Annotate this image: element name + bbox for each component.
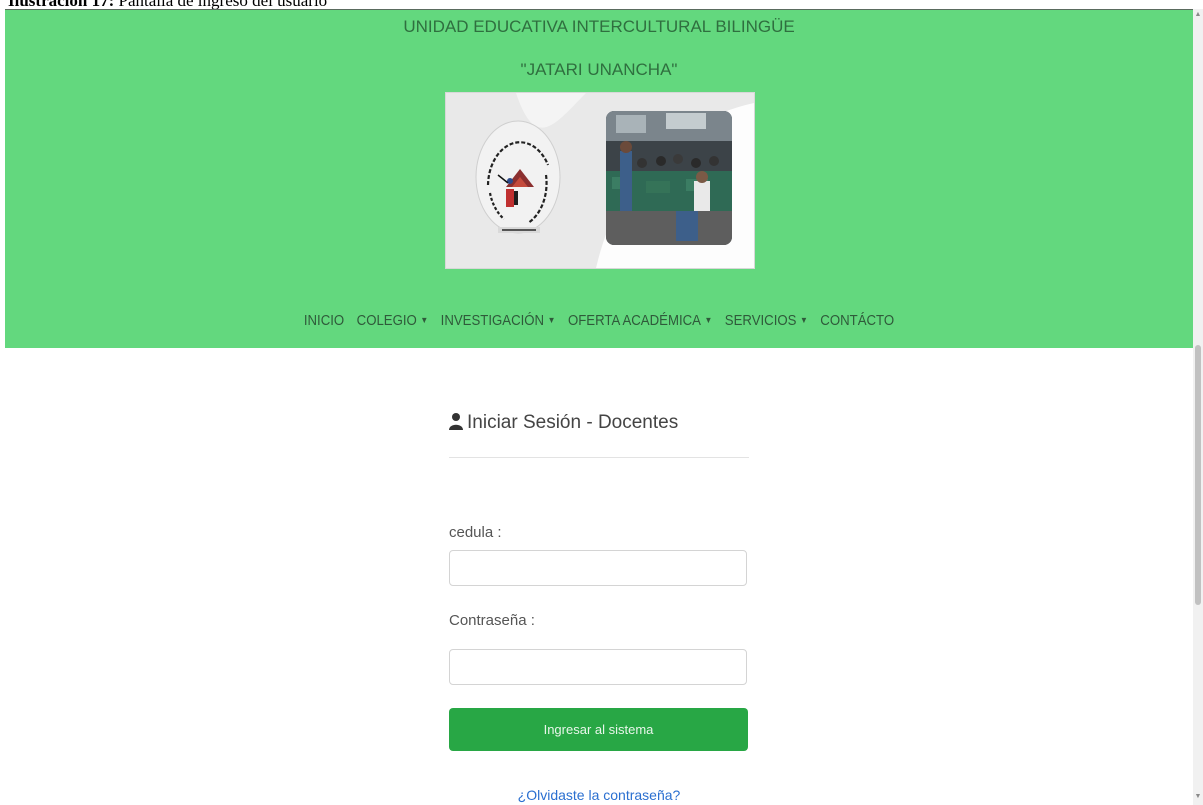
nav-oferta-academica-label: OFERTA ACADÉMICA [567,312,701,329]
nav-contacto-label: CONTÁCTO [820,312,895,329]
forgot-password-link[interactable]: ¿Olvidaste la contraseña? [449,787,749,803]
cedula-label: cedula : [449,524,502,541]
caption-label: Ilustración 17: [8,0,114,9]
site-header: UNIDAD EDUCATIVA INTERCULTURAL BILINGÜE … [5,9,1193,348]
login-title-text: Iniciar Sesión - Docentes [467,412,679,433]
nav-servicios-label: SERVICIOS [724,312,797,329]
nav-inicio-label: INICIO [303,312,345,329]
cedula-input[interactable] [449,550,747,586]
school-name-line2: "JATARI UNANCHA" [520,60,678,79]
nav-investigacion-label: INVESTIGACIÓN [440,312,545,329]
page-scrollbar[interactable]: ▲ ▼ [1193,9,1203,805]
scroll-thumb[interactable] [1195,345,1201,605]
nav-oferta-academica[interactable]: OFERTA ACADÉMICA ▼ [568,312,712,329]
nav-colegio-label: COLEGIO [356,312,417,329]
login-submit-button[interactable]: Ingresar al sistema [449,708,748,751]
school-name-line1: UNIDAD EDUCATIVA INTERCULTURAL BILINGÜE [403,17,795,36]
classroom-photo [606,111,732,245]
password-label: Contraseña : [449,612,535,629]
caret-down-icon: ▼ [799,315,808,325]
nav-investigacion[interactable]: INVESTIGACIÓN ▼ [441,312,556,329]
caret-down-icon: ▼ [547,315,556,325]
nav-servicios[interactable]: SERVICIOS ▼ [725,312,808,329]
main-nav: INICIO COLEGIO ▼ INVESTIGACIÓN ▼ OFERTA AC… [76,312,1121,329]
title-divider [449,457,749,458]
nav-contacto[interactable]: CONTÁCTO [820,312,894,329]
scroll-down-icon[interactable]: ▼ [1194,793,1202,801]
caret-down-icon: ▼ [704,315,713,325]
password-input[interactable] [449,649,747,685]
scroll-up-icon[interactable]: ▲ [1194,11,1202,19]
caret-down-icon: ▼ [420,315,429,325]
caption-text: Pantalla de ingreso del usuario [119,0,328,9]
login-title: Iniciar Sesión - Docentes [449,412,678,434]
school-seal-logo [475,120,561,234]
figure-caption: Ilustración 17: Pantalla de ingreso del … [8,0,327,9]
user-icon [449,413,463,430]
nav-colegio[interactable]: COLEGIO ▼ [357,312,429,329]
school-banner [445,92,755,269]
nav-inicio[interactable]: INICIO [304,312,344,329]
